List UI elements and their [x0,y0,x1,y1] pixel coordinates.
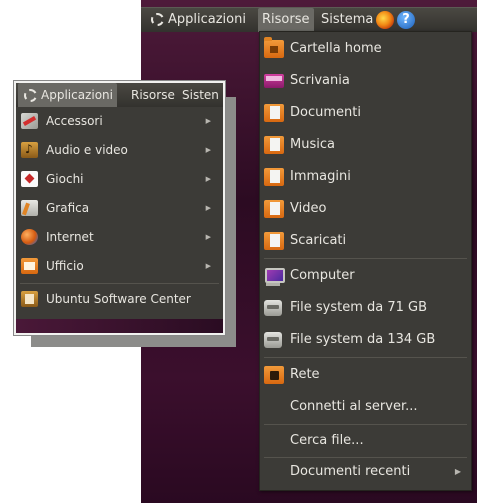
inset-top-panel: Applicazioni Risorse Sisten [16,83,223,107]
risorse-item-cerca-file[interactable]: Cerca file... [260,425,471,457]
risorse-item-immagini[interactable]: Immagini [260,161,471,193]
ubuntu-logo-icon [22,87,37,102]
risorse-item-cartella-home[interactable]: Cartella home [260,33,471,65]
drive-icon [264,300,282,316]
risorse-item-musica[interactable]: Musica [260,129,471,161]
risorse-item-documenti-recenti[interactable]: Documenti recenti ▶ [260,456,471,488]
menu-risorse[interactable]: Risorse [258,8,314,32]
submenu-arrow-icon: ▶ [205,146,211,154]
risorse-item-computer[interactable]: Computer [260,260,471,292]
firefox-icon[interactable] [376,11,394,29]
inset-sistema-label: Sisten [182,88,219,102]
menu-sistema[interactable]: Sistema [317,8,377,32]
menu-separator [20,283,219,284]
inset-applicazioni-label: Applicazioni [41,88,113,102]
apps-item-label: Accessori [46,114,103,128]
graphics-icon [21,200,38,216]
music-folder-icon [264,136,284,154]
menu-separator [264,357,467,358]
risorse-item-label: Cerca file... [290,433,364,448]
submenu-arrow-icon: ▶ [205,117,211,125]
risorse-item-scaricati[interactable]: Scaricati [260,225,471,257]
top-panel: Applicazioni Risorse Sistema ? [141,7,477,32]
apps-item-label: Internet [46,230,94,244]
apps-item-label: Grafica [46,201,90,215]
menu-sistema-label: Sistema [321,12,374,27]
menu-separator [264,258,467,259]
submenu-arrow-icon: ▶ [205,233,211,241]
risorse-item-label: Video [290,201,327,216]
apps-item-grafica[interactable]: Grafica ▶ [16,194,223,223]
help-icon[interactable]: ? [397,11,415,29]
risorse-item-label: Connetti al server... [290,399,418,414]
apps-item-giochi[interactable]: Giochi ▶ [16,165,223,194]
inset-menu-applicazioni[interactable]: Applicazioni [18,83,117,107]
computer-icon [265,268,285,286]
apps-item-audio-video[interactable]: Audio e video ▶ [16,135,223,165]
risorse-item-documenti[interactable]: Documenti [260,97,471,129]
apps-item-label: Audio e video [46,143,128,157]
risorse-item-label: Cartella home [290,41,382,56]
apps-item-ufficio[interactable]: Ufficio ▶ [16,252,223,281]
office-icon [21,258,38,274]
submenu-arrow-icon: ▶ [454,467,461,476]
applicazioni-dropdown: Accessori ▶ Audio e video ▶ Giochi ▶ Gra… [16,107,223,319]
risorse-item-filesystem-71[interactable]: File system da 71 GB [260,292,471,324]
apps-item-ubuntu-software-center[interactable]: Ubuntu Software Center [16,285,223,314]
inset-menu-sistema[interactable]: Sisten [178,83,223,107]
submenu-arrow-icon: ▶ [205,262,211,270]
help-glyph: ? [402,12,410,27]
inset-risorse-label: Risorse [131,88,175,102]
apps-item-label: Ubuntu Software Center [46,292,191,306]
menu-applicazioni-label: Applicazioni [168,12,246,27]
risorse-item-rete[interactable]: Rete [260,359,471,391]
games-icon [21,171,38,187]
inset-wallpaper-strip [16,319,223,333]
applicazioni-screenshot-inset: Applicazioni Risorse Sisten Accessori ▶ … [14,81,225,335]
risorse-item-filesystem-134[interactable]: File system da 134 GB [260,324,471,356]
menu-risorse-label: Risorse [262,12,310,27]
documents-folder-icon [264,104,284,122]
risorse-item-label: File system da 71 GB [290,300,428,315]
submenu-arrow-icon: ▶ [205,204,211,212]
accessories-icon [21,113,38,129]
risorse-dropdown: Cartella home Scrivania Documenti Musica… [259,31,472,491]
drive-icon [264,332,282,348]
risorse-item-scrivania[interactable]: Scrivania [260,65,471,97]
risorse-item-label: Computer [290,268,355,283]
apps-item-internet[interactable]: Internet ▶ [16,223,223,252]
risorse-item-label: Documenti recenti [290,464,411,479]
inset-menu-risorse[interactable]: Risorse [127,83,179,107]
risorse-item-connetti-server[interactable]: Connetti al server... [260,391,471,423]
risorse-item-label: Scaricati [290,233,347,248]
software-center-icon [21,291,38,307]
downloads-folder-icon [264,232,284,250]
video-folder-icon [264,200,284,218]
risorse-item-label: Documenti [290,105,361,120]
submenu-arrow-icon: ▶ [205,175,211,183]
desktop-folder-icon [264,74,284,88]
ubuntu-logo-icon [149,11,164,26]
home-folder-icon [264,37,284,58]
network-icon [264,366,284,384]
risorse-item-label: Rete [290,367,320,382]
risorse-item-video[interactable]: Video [260,193,471,225]
internet-icon [21,229,38,245]
menu-applicazioni[interactable]: Applicazioni [145,8,250,32]
pictures-folder-icon [264,168,284,186]
apps-item-label: Giochi [46,172,84,186]
risorse-item-label: Musica [290,137,335,152]
risorse-item-label: Immagini [290,169,351,184]
risorse-item-label: Scrivania [290,73,350,88]
audio-video-icon [21,135,38,164]
apps-item-label: Ufficio [46,259,84,273]
risorse-item-label: File system da 134 GB [290,332,436,347]
apps-item-accessori[interactable]: Accessori ▶ [16,107,223,136]
